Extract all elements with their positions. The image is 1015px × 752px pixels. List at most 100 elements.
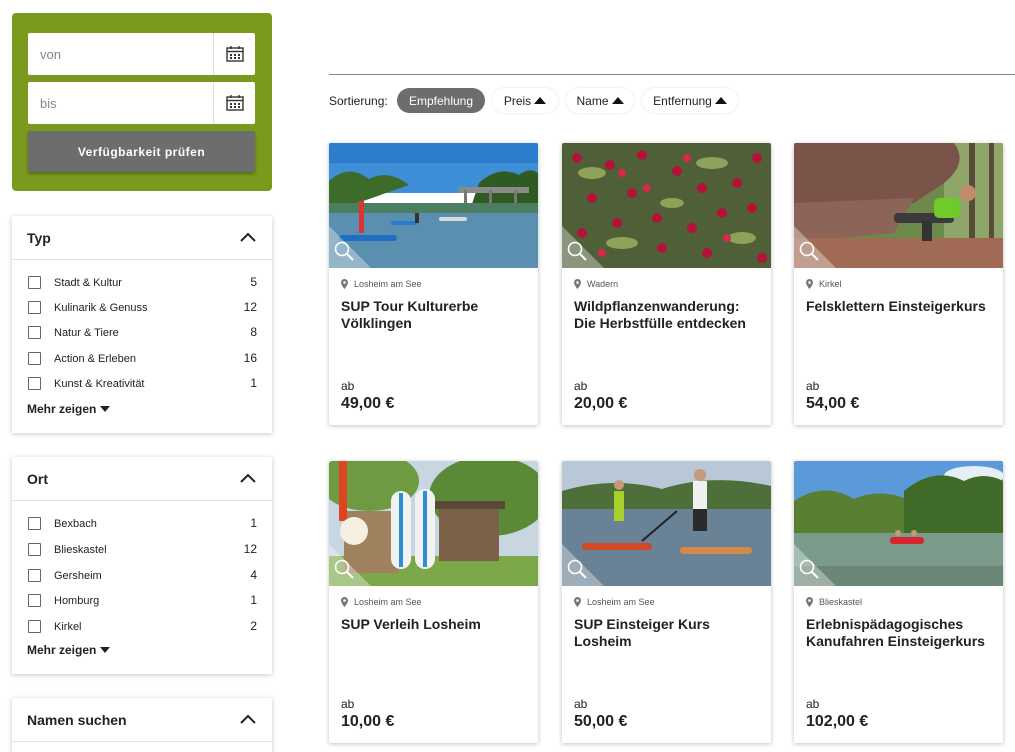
zoom-icon[interactable] — [566, 558, 588, 580]
offer-card[interactable]: Losheim am See SUP Verleih Losheim ab 10… — [329, 461, 538, 743]
location: Losheim am See — [341, 279, 422, 289]
zoom-icon[interactable] — [333, 558, 355, 580]
price: 20,00 € — [574, 395, 628, 412]
show-more-types-button[interactable]: Mehr zeigen — [27, 402, 111, 416]
checkbox[interactable] — [28, 543, 41, 556]
calendar-icon[interactable] — [213, 33, 255, 75]
availability-box: Verfügbarkeit prüfen — [12, 13, 272, 191]
place-option-bexbach[interactable]: Bexbach 1 — [28, 516, 257, 536]
zoom-icon[interactable] — [566, 240, 588, 262]
checkbox[interactable] — [28, 352, 41, 365]
map-pin-icon — [574, 597, 581, 607]
date-from-input[interactable] — [28, 33, 213, 75]
option-label: Gersheim — [54, 570, 102, 582]
price-prefix: ab — [806, 697, 820, 711]
offer-card[interactable]: Losheim am See SUP Einsteiger Kurs Loshe… — [562, 461, 771, 743]
location-label: Losheim am See — [354, 279, 422, 289]
show-more-label: Mehr zeigen — [27, 402, 97, 416]
date-to-input[interactable] — [28, 82, 213, 124]
price: 10,00 € — [341, 713, 395, 730]
place-filter-header[interactable]: Ort — [12, 457, 272, 501]
offer-image[interactable] — [794, 461, 1003, 586]
date-from-field[interactable] — [28, 33, 255, 75]
place-filter-panel: Ort Bexbach 1 Blieskastel 12 Gersheim 4 … — [12, 457, 272, 674]
name-search-header[interactable]: Namen suchen — [12, 698, 272, 742]
offer-title[interactable]: SUP Verleih Losheim — [341, 616, 531, 633]
checkbox[interactable] — [28, 569, 41, 582]
offer-title[interactable]: SUP Tour Kulturerbe Völklingen — [341, 298, 531, 332]
offer-title[interactable]: Erlebnispädagogisches Kanufahren Einstei… — [806, 616, 996, 650]
offer-card[interactable]: Kirkel Felsklettern Einsteigerkurs ab 54… — [794, 143, 1003, 425]
calendar-icon[interactable] — [213, 82, 255, 124]
offer-image[interactable] — [794, 143, 1003, 268]
offer-card[interactable]: Wadern Wildpflanzenwanderung: Die Herbst… — [562, 143, 771, 425]
type-option-stadt-kultur[interactable]: Stadt & Kultur 5 — [28, 275, 257, 295]
chevron-up-icon[interactable] — [240, 714, 256, 724]
location: Losheim am See — [574, 597, 655, 607]
option-label: Homburg — [54, 595, 100, 607]
offer-title[interactable]: Wildpflanzenwanderung: Die Herbstfülle e… — [574, 298, 764, 332]
show-more-label: Mehr zeigen — [27, 643, 97, 657]
map-pin-icon — [341, 279, 348, 289]
option-count: 4 — [250, 568, 257, 582]
check-availability-button[interactable]: Verfügbarkeit prüfen — [28, 131, 255, 172]
zoom-icon[interactable] — [798, 558, 820, 580]
offer-image[interactable] — [329, 461, 538, 586]
zoom-icon[interactable] — [333, 240, 355, 262]
checkbox[interactable] — [28, 326, 41, 339]
sort-option-recommendation[interactable]: Empfehlung — [397, 88, 485, 113]
sort-option-label: Entfernung — [653, 93, 712, 108]
price: 50,00 € — [574, 713, 628, 730]
sort-option-name[interactable]: Name — [566, 88, 634, 113]
sort-option-label: Empfehlung — [408, 93, 474, 108]
option-label: Bexbach — [54, 518, 97, 530]
type-option-kulinarik-genuss[interactable]: Kulinarik & Genuss 12 — [28, 300, 257, 320]
offer-card[interactable]: Blieskastel Erlebnispädagogisches Kanufa… — [794, 461, 1003, 743]
type-filter-title: Typ — [27, 230, 51, 246]
offer-title[interactable]: SUP Einsteiger Kurs Losheim — [574, 616, 764, 650]
place-option-blieskastel[interactable]: Blieskastel 12 — [28, 542, 257, 562]
place-option-homburg[interactable]: Homburg 1 — [28, 593, 257, 613]
option-label: Kunst & Kreativität — [54, 378, 145, 390]
location-label: Losheim am See — [354, 597, 422, 607]
offer-card[interactable]: Losheim am See SUP Tour Kulturerbe Völkl… — [329, 143, 538, 425]
option-label: Kirkel — [54, 621, 82, 633]
option-label: Action & Erleben — [54, 353, 136, 365]
type-option-natur-tiere[interactable]: Natur & Tiere 8 — [28, 325, 257, 345]
place-option-gersheim[interactable]: Gersheim 4 — [28, 568, 257, 588]
show-more-places-button[interactable]: Mehr zeigen — [27, 643, 111, 657]
price-prefix: ab — [574, 697, 588, 711]
option-label: Natur & Tiere — [54, 327, 119, 339]
type-filter-header[interactable]: Typ — [12, 216, 272, 260]
checkbox[interactable] — [28, 301, 41, 314]
price: 102,00 € — [806, 713, 869, 730]
option-count: 8 — [250, 325, 257, 339]
sort-label: Sortierung: — [329, 94, 388, 108]
offer-image[interactable] — [562, 143, 771, 268]
type-option-action-erleben[interactable]: Action & Erleben 16 — [28, 351, 257, 371]
map-pin-icon — [574, 279, 581, 289]
date-to-field[interactable] — [28, 82, 255, 124]
chevron-up-icon[interactable] — [240, 473, 256, 483]
offer-image[interactable] — [329, 143, 538, 268]
map-pin-icon — [806, 597, 813, 607]
checkbox[interactable] — [28, 517, 41, 530]
offer-image[interactable] — [562, 461, 771, 586]
offer-title[interactable]: Felsklettern Einsteigerkurs — [806, 298, 996, 315]
sort-option-price[interactable]: Preis — [492, 88, 558, 113]
option-count: 2 — [250, 619, 257, 633]
zoom-icon[interactable] — [798, 240, 820, 262]
location: Wadern — [574, 279, 618, 289]
divider — [329, 74, 1015, 75]
checkbox[interactable] — [28, 620, 41, 633]
option-count: 16 — [243, 351, 257, 365]
location-label: Blieskastel — [819, 597, 863, 607]
type-option-kunst-kreativitaet[interactable]: Kunst & Kreativität 1 — [28, 376, 257, 396]
sort-option-distance[interactable]: Entfernung — [642, 88, 738, 113]
place-option-kirkel[interactable]: Kirkel 2 — [28, 619, 257, 639]
checkbox[interactable] — [28, 377, 41, 390]
chevron-up-icon[interactable] — [240, 232, 256, 242]
checkbox[interactable] — [28, 594, 41, 607]
caret-down-icon — [100, 647, 111, 653]
checkbox[interactable] — [28, 276, 41, 289]
